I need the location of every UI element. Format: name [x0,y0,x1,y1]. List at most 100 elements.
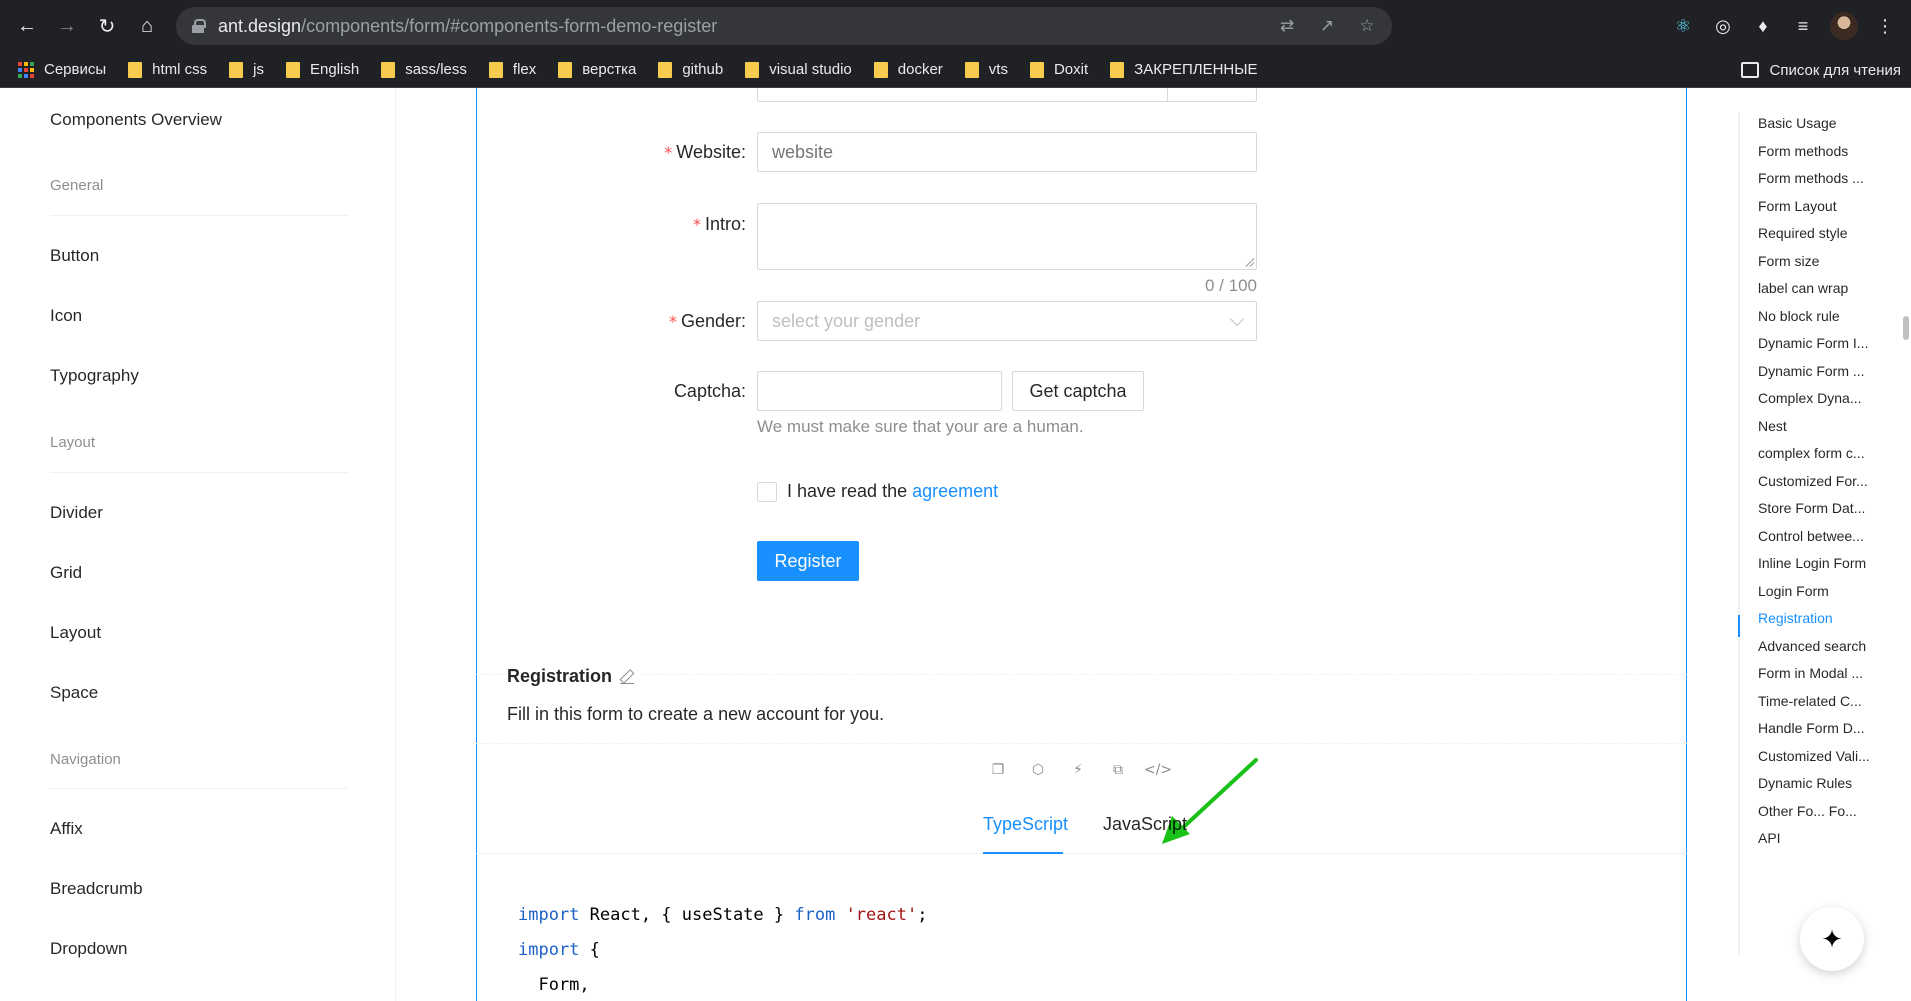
bookmark-folder[interactable]: visual studio [745,61,852,78]
bookmark-folder[interactable]: верстка [558,61,636,78]
toc-item[interactable]: No block rule [1758,308,1908,324]
bookmark-folder[interactable]: vts [964,61,1008,78]
toc-item[interactable]: Registration [1758,610,1908,626]
bookmark-label: docker [897,61,943,78]
bookmark-star-icon[interactable]: ☆ [1356,15,1378,37]
toc-item[interactable]: Login Form [1758,583,1908,599]
bookmark-folder[interactable]: English [286,61,359,78]
toc-item[interactable]: Complex Dyna... [1758,390,1908,406]
reading-list-button[interactable]: Список для чтения [1741,52,1901,88]
menu-kebab-icon[interactable]: ⋮ [1872,13,1898,39]
toc-item[interactable]: API [1758,830,1908,846]
toc-item[interactable]: Basic Usage [1758,115,1908,131]
toc-item[interactable]: Form methods [1758,143,1908,159]
register-button[interactable]: Register [757,541,859,581]
theme-switch-fab[interactable]: ✦ [1800,907,1864,971]
website-input[interactable] [757,132,1257,172]
home-icon[interactable]: ⌂ [129,8,165,44]
back-icon[interactable]: ← [9,8,45,44]
toc-item[interactable]: Form methods ... [1758,170,1908,186]
menu-item-grid[interactable]: Grid [50,563,82,583]
edit-icon[interactable] [620,670,635,684]
toc-item[interactable]: Nest [1758,418,1908,434]
toc-item[interactable]: complex form c... [1758,445,1908,461]
toc-item[interactable]: Customized For... [1758,473,1908,489]
get-captcha-button[interactable]: Get captcha [1012,371,1144,411]
menu-item-divider[interactable]: Divider [50,503,103,523]
toc-item[interactable]: Form in Modal ... [1758,665,1908,681]
menu-item-space[interactable]: Space [50,683,98,703]
toc-item[interactable]: Required style [1758,225,1908,241]
menu-item-button[interactable]: Button [50,246,99,266]
menu-item-icon[interactable]: Icon [50,306,82,326]
menu-item-layout[interactable]: Layout [50,623,101,643]
bookmark-folder[interactable]: Doxit [1029,61,1088,78]
bookmark-label: ЗАКРЕПЛЕННЫЕ [1134,61,1258,78]
codesandbox-icon[interactable]: ❐ [988,760,1008,780]
toc-item[interactable]: Form Layout [1758,198,1908,214]
bookmark-folder[interactable]: docker [873,61,943,78]
toc-item[interactable]: Inline Login Form [1758,555,1908,571]
captcha-extra-text: We must make sure that your are a human. [757,417,1084,436]
toc-item[interactable]: Time-related C... [1758,693,1908,709]
toc-item[interactable]: Form size [1758,253,1908,269]
forward-icon[interactable]: → [49,8,85,44]
toc-item[interactable]: Dynamic Rules [1758,775,1908,791]
bookmark-label: visual studio [769,61,852,78]
codepen-icon[interactable]: ⬡ [1028,760,1048,780]
folder-icon [229,61,244,78]
bookmark-label: English [310,61,360,78]
toc-item[interactable]: Customized Vali... [1758,748,1908,764]
intro-textarea[interactable] [757,203,1257,270]
toc-item[interactable]: Dynamic Form I... [1758,335,1908,351]
donation-input-partial[interactable] [757,88,1257,102]
bookmark-folder[interactable]: github [658,61,723,78]
bookmark-folder[interactable]: flex [488,61,536,78]
bookmark-folder[interactable]: sass/less [381,61,467,78]
resize-handle-icon[interactable] [1244,257,1254,267]
agreement-link[interactable]: agreement [912,481,998,501]
bookmark-folder[interactable]: js [229,61,264,78]
toc-item[interactable]: Control betwee... [1758,528,1908,544]
extension-target-icon[interactable]: ◎ [1710,13,1736,39]
share-icon[interactable]: ↗ [1316,15,1338,37]
toc-item[interactable]: Store Form Dat... [1758,500,1908,516]
captcha-input[interactable] [757,371,1002,411]
page-scrollbar[interactable] [1903,316,1909,340]
tab-javascript[interactable]: JavaScript [1103,814,1187,835]
copy-icon[interactable]: ⧉ [1108,760,1128,780]
reading-list-label: Список для чтения [1769,61,1901,79]
extensions-puzzle-icon[interactable]: ♦ [1750,13,1776,39]
bookmark-folder[interactable]: ЗАКРЕПЛЕННЫЕ [1110,61,1258,78]
bookmark-label: js [253,61,265,78]
bookmark-folder[interactable]: html css [128,61,207,78]
address-bar[interactable]: ant.design /components/form/#components-… [176,7,1392,45]
code-box-actions: ❐ ⬡ ⚡ ⧉ </> [988,760,1172,784]
translate-icon[interactable]: ⇄ [1276,15,1298,37]
tab-typescript[interactable]: TypeScript [983,814,1068,835]
agreement-checkbox[interactable] [757,482,777,502]
reload-icon[interactable]: ↻ [89,8,125,44]
react-devtools-icon[interactable]: ⚛ [1670,13,1696,39]
toc-item[interactable]: Dynamic Form ... [1758,363,1908,379]
media-queue-icon[interactable]: ≡ [1790,13,1816,39]
folder-icon [286,61,301,78]
toc-item[interactable]: label can wrap [1758,280,1908,296]
toc-item[interactable]: Other Fo... Fo... [1758,803,1908,819]
gender-select[interactable]: select your gender [757,301,1257,341]
menu-item-affix[interactable]: Affix [50,819,83,839]
gender-label: * Gender: [668,311,746,331]
bookmark-label: sass/less [405,61,467,78]
toc-item[interactable]: Advanced search [1758,638,1908,654]
folder-icon [873,61,888,78]
toc-item[interactable]: Handle Form D... [1758,720,1908,736]
folder-icon [1029,61,1044,78]
menu-item-breadcrumb[interactable]: Breadcrumb [50,879,143,899]
menu-group-title: Layout [50,434,96,451]
menu-item-dropdown[interactable]: Dropdown [50,939,128,959]
bookmark-apps[interactable]: Сервисы [18,61,106,78]
menu-item-components-overview[interactable]: Components Overview [50,110,222,130]
profile-avatar[interactable] [1830,12,1858,40]
menu-item-typography[interactable]: Typography [50,366,139,386]
stackblitz-icon[interactable]: ⚡ [1068,760,1088,780]
